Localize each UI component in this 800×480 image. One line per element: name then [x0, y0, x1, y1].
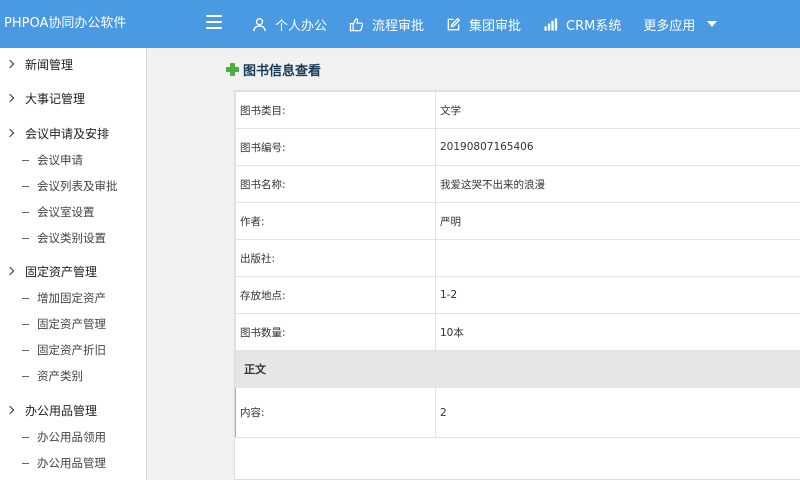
- section-header-row: 正文: [235, 350, 800, 388]
- sidebar: 新闻管理 大事记管理 会议申请及安排 会议申请 会议列表及审批 会议室设置 会议…: [0, 48, 147, 480]
- field-label: 内容:: [235, 387, 436, 438]
- table-row: 内容: 2: [235, 387, 800, 438]
- chevron-right-icon: [5, 59, 15, 69]
- table-row: 作者: 严明: [235, 202, 800, 240]
- nav-item-label: 个人办公: [275, 18, 328, 34]
- field-value: 10本: [435, 313, 800, 351]
- sidebar-item-meeting-room-settings[interactable]: 会议室设置: [0, 200, 146, 224]
- dash-icon: [22, 159, 29, 161]
- sidebar-item-label: 办公用品领用: [37, 430, 106, 444]
- chevron-right-icon: [5, 93, 15, 103]
- field-label: 图书类目:: [235, 91, 436, 129]
- nav-more-label: 更多应用: [643, 18, 696, 34]
- field-label: 图书数量:: [235, 313, 436, 351]
- table-row: 存放地点: 1-2: [235, 276, 800, 314]
- sidebar-group-label: 固定资产管理: [25, 264, 98, 279]
- nav-more-apps[interactable]: 更多应用: [643, 15, 718, 34]
- table-row: 图书名称: 我爱这哭不出来的浪漫: [235, 165, 800, 203]
- nav-item-personal-office[interactable]: 个人办公: [252, 15, 327, 34]
- table-row: 图书编号: 20190807165406: [235, 128, 800, 166]
- dash-icon: [22, 462, 29, 464]
- nav-item-crm[interactable]: CRM系统: [543, 15, 621, 34]
- field-label: 图书编号:: [235, 128, 436, 166]
- sidebar-item-asset-category[interactable]: 资产类别: [0, 364, 146, 388]
- sidebar-item-office-supplies-requisition[interactable]: 办公用品领用: [0, 425, 146, 449]
- field-value: 1-2: [435, 276, 800, 314]
- field-label: 出版社:: [235, 239, 436, 277]
- edit-icon: [447, 17, 461, 30]
- sidebar-group-fixed-assets[interactable]: 固定资产管理: [0, 258, 146, 284]
- field-value: 我爱这哭不出来的浪漫: [435, 165, 800, 203]
- sidebar-item-label: 办公用品管理: [37, 456, 106, 470]
- nav-item-workflow-approval[interactable]: 流程审批: [349, 15, 424, 34]
- sidebar-item-meeting-list[interactable]: 会议列表及审批: [0, 174, 146, 198]
- sidebar-item-label: 增加固定资产: [37, 291, 106, 305]
- sidebar-item-label: 会议类别设置: [37, 231, 106, 245]
- top-bar: PHPOA协同办公软件 个人办公 流程审批 集团审批 CRM系统 更多应用: [0, 0, 800, 48]
- menu-toggle-icon[interactable]: [206, 15, 222, 31]
- chevron-right-icon: [5, 266, 15, 276]
- sidebar-group-milestones[interactable]: 大事记管理: [0, 85, 146, 111]
- sidebar-group-label: 大事记管理: [25, 91, 86, 106]
- sidebar-item-add-fixed-asset[interactable]: 增加固定资产: [0, 286, 146, 310]
- sidebar-group-label: 办公用品管理: [25, 403, 98, 418]
- dash-icon: [22, 349, 29, 351]
- field-value: 20190807165406: [435, 128, 800, 166]
- field-label: 存放地点:: [235, 276, 436, 314]
- sidebar-item-fixed-asset-depreciation[interactable]: 固定资产折旧: [0, 338, 146, 362]
- chevron-right-icon: [5, 405, 15, 415]
- sidebar-item-fixed-asset-management[interactable]: 固定资产管理: [0, 312, 146, 336]
- field-value: 2: [435, 387, 800, 438]
- sidebar-item-label: 固定资产折旧: [37, 343, 106, 357]
- sidebar-item-meeting-category-settings[interactable]: 会议类别设置: [0, 226, 146, 250]
- book-info-table: 图书类目: 文学 图书编号: 20190807165406 图书名称: 我爱这哭…: [235, 91, 800, 438]
- page-title: 图书信息查看: [243, 64, 322, 79]
- chevron-right-icon: [5, 128, 15, 138]
- sidebar-item-label: 会议申请: [37, 153, 83, 167]
- app-title: PHPOA协同办公软件: [4, 16, 127, 31]
- section-title: 正文: [235, 350, 800, 388]
- field-value: 文学: [435, 91, 800, 129]
- sidebar-item-label: 会议室设置: [37, 205, 95, 219]
- top-nav: 个人办公 流程审批 集团审批 CRM系统 更多应用: [252, 0, 718, 48]
- table-row: 图书数量: 10本: [235, 313, 800, 351]
- caret-down-icon: [707, 21, 718, 27]
- sidebar-group-news[interactable]: 新闻管理: [0, 51, 146, 77]
- user-icon: [253, 17, 266, 31]
- sidebar-group-label: 新闻管理: [25, 57, 74, 72]
- field-value: 严明: [435, 202, 800, 240]
- field-label: 图书名称:: [235, 165, 436, 203]
- sidebar-item-label: 会议列表及审批: [37, 179, 118, 193]
- page-header: 图书信息查看: [226, 60, 321, 79]
- table-row: 出版社:: [235, 239, 800, 277]
- main-content: 图书信息查看 图书类目: 文学 图书编号: 20190807165406 图书名…: [148, 48, 800, 480]
- dash-icon: [22, 297, 29, 299]
- bar-chart-icon: [544, 17, 558, 31]
- field-value: [435, 239, 800, 277]
- book-info-panel: 图书类目: 文学 图书编号: 20190807165406 图书名称: 我爱这哭…: [234, 90, 800, 480]
- nav-item-group-approval[interactable]: 集团审批: [446, 15, 521, 34]
- dash-icon: [22, 185, 29, 187]
- table-row: 图书类目: 文学: [235, 91, 800, 129]
- sidebar-group-meetings[interactable]: 会议申请及安排: [0, 120, 146, 146]
- plus-icon: [226, 63, 239, 76]
- dash-icon: [22, 211, 29, 213]
- field-label: 作者:: [235, 202, 436, 240]
- thumbs-up-icon: [349, 17, 364, 31]
- dash-icon: [22, 323, 29, 325]
- dash-icon: [22, 237, 29, 239]
- dash-icon: [22, 375, 29, 377]
- nav-item-label: 集团审批: [469, 18, 522, 34]
- sidebar-item-meeting-request[interactable]: 会议申请: [0, 148, 146, 172]
- sidebar-item-office-supplies-management[interactable]: 办公用品管理: [0, 451, 146, 475]
- sidebar-item-label: 资产类别: [37, 369, 83, 383]
- sidebar-group-label: 会议申请及安排: [25, 126, 110, 141]
- nav-item-label: CRM系统: [566, 18, 622, 34]
- sidebar-group-office-supplies[interactable]: 办公用品管理: [0, 397, 146, 423]
- dash-icon: [22, 436, 29, 438]
- sidebar-item-label: 固定资产管理: [37, 317, 106, 331]
- nav-item-label: 流程审批: [372, 18, 425, 34]
